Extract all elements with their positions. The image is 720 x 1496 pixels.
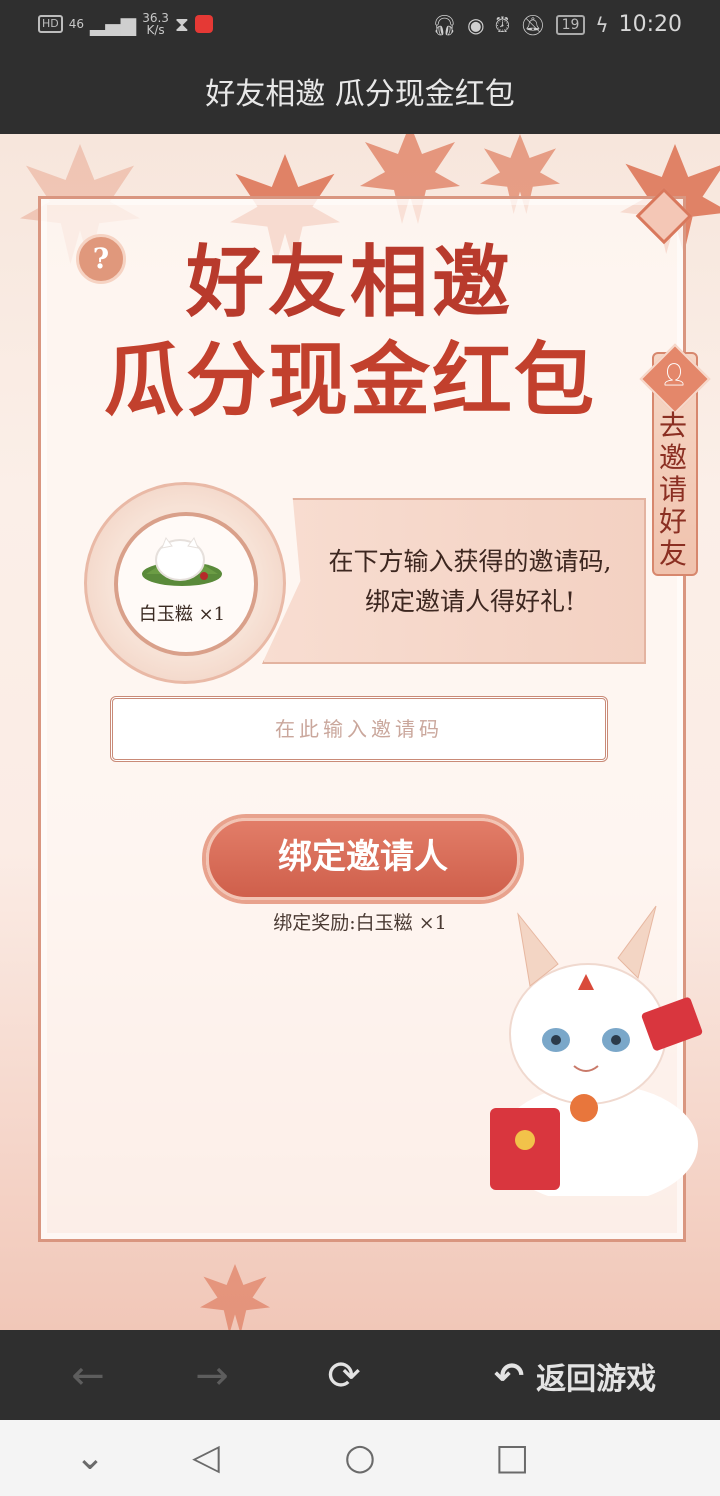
refresh-icon[interactable]: ⟳ (320, 1352, 368, 1400)
invite-friends-label[interactable]: 去邀请好友 (652, 410, 694, 570)
status-bar: HD 46 ▂▄▆ 36.3 K/s ⧗ 🎧︎ ◉ ⏰︎ 🔕︎ 19 ϟ 10:… (0, 0, 720, 56)
status-left: HD 46 ▂▄▆ 36.3 K/s ⧗ (38, 12, 213, 36)
hd-indicator: HD (38, 15, 63, 33)
hero-title: 好友相邀 瓜分现金红包 (60, 236, 640, 430)
invite-code-input[interactable] (110, 696, 608, 762)
system-back-icon[interactable]: ◁ (182, 1434, 230, 1482)
status-right: 🎧︎ ◉ ⏰︎ 🔕︎ 19 ϟ 10:20 (432, 12, 682, 37)
rice-cake-icon (142, 536, 222, 586)
signal-indicator: 46 (68, 17, 85, 31)
signal-bars-icon: ▂▄▆ (90, 12, 137, 36)
alarm-icon: ⏰︎ (494, 12, 511, 37)
bind-reward-text: 绑定奖励:白玉糍 ×1 (273, 912, 447, 934)
battery-icon: 19 (555, 14, 586, 35)
reward-item-caption: 白玉糍 ×1 (138, 604, 226, 625)
system-recents-icon[interactable]: □ (488, 1434, 536, 1482)
hourglass-icon: ⧗ (174, 12, 189, 36)
page-title: 好友相邀 瓜分现金红包 (0, 56, 720, 134)
back-to-game-button[interactable]: ↶ 返回游戏 (494, 1352, 656, 1400)
charging-icon: ϟ (595, 12, 609, 37)
fox-mascot-illustration (490, 905, 703, 1196)
bind-inviter-button[interactable]: 绑定邀请人 (206, 818, 520, 900)
back-arrow-icon[interactable]: ← (64, 1352, 112, 1400)
app-notification-icon (194, 15, 213, 33)
browser-nav-bar: ← → ⟳ ↶ 返回游戏 (0, 1330, 720, 1420)
user-icon: 👤︎ (660, 363, 688, 388)
network-speed: 36.3 K/s (142, 12, 169, 36)
eye-icon: ◉ (467, 12, 485, 37)
reward-description-line1: 在下方输入获得的邀请码, (328, 547, 612, 576)
reward-description: 在下方输入获得的邀请码, 绑定邀请人得好礼! (300, 542, 640, 622)
clock: 10:20 (618, 12, 682, 37)
back-to-game-label: 返回游戏 (536, 1362, 657, 1397)
system-nav-bar: ⌄ ◁ ○ □ (0, 1420, 720, 1496)
return-icon: ↶ (494, 1355, 525, 1397)
reward-description-line2: 绑定邀请人得好礼! (364, 587, 576, 616)
system-home-icon[interactable]: ○ (336, 1434, 384, 1482)
network-speed-unit: K/s (146, 23, 165, 37)
chevron-down-icon[interactable]: ⌄ (66, 1434, 114, 1482)
forward-arrow-icon[interactable]: → (188, 1352, 236, 1400)
hero-title-line2: 瓜分现金红包 (104, 333, 596, 427)
headphone-icon: 🎧︎ (431, 12, 458, 37)
mute-icon: 🔕︎ (520, 12, 546, 37)
maple-leaf-decoration (200, 1264, 270, 1330)
hero-title-line1: 好友相邀 (185, 237, 514, 328)
